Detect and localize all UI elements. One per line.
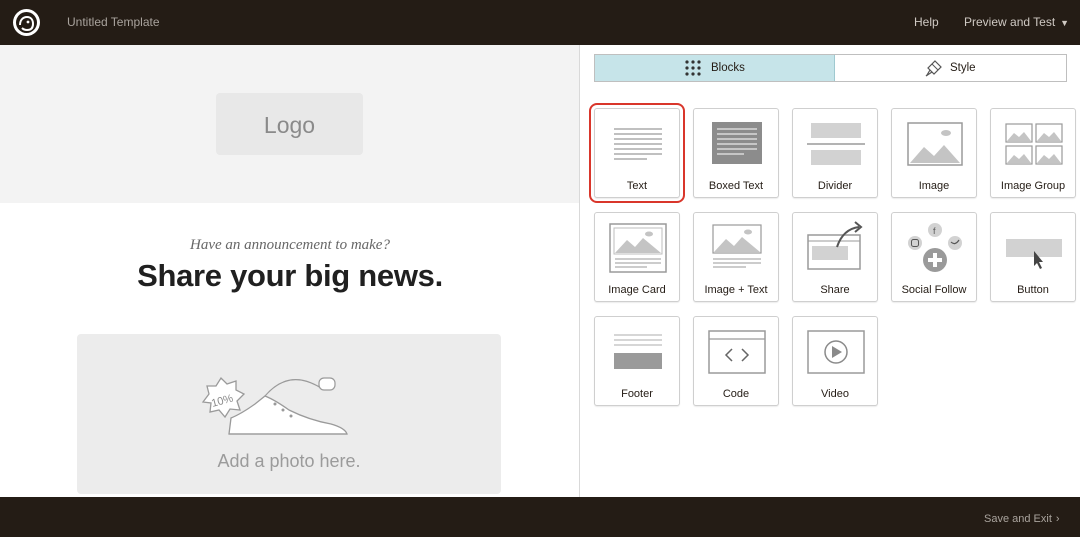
panel-tabs: Blocks Style: [594, 54, 1067, 82]
boxed-text-block-icon: [712, 122, 762, 164]
block-divider-label: Divider: [817, 180, 853, 192]
image-block-icon: [907, 122, 963, 166]
block-boxed-text-label: Boxed Text: [708, 180, 764, 192]
email-header-section[interactable]: Logo: [0, 45, 579, 203]
divider-block-icon: [807, 123, 865, 165]
tab-style-label: Style: [950, 62, 976, 74]
block-text-label: Text: [626, 180, 648, 192]
block-image-card-label: Image Card: [608, 284, 666, 296]
block-social-follow[interactable]: f Social Follow: [891, 212, 977, 302]
top-bar: Untitled Template Help Preview and Test ▼: [0, 0, 1080, 45]
block-divider[interactable]: Divider: [792, 108, 878, 198]
paint-brush-icon: [925, 60, 942, 77]
image-group-block-icon: [1005, 123, 1063, 165]
image-text-block-icon: [712, 224, 762, 268]
block-share[interactable]: Share: [792, 212, 878, 302]
footer-block-icon: [614, 334, 662, 369]
image-card-block-icon: [609, 223, 667, 273]
headline-text[interactable]: Share your big news.: [0, 258, 579, 294]
block-image-label: Image: [918, 180, 950, 192]
help-link[interactable]: Help: [914, 15, 939, 29]
tab-blocks-label: Blocks: [711, 62, 745, 74]
block-video[interactable]: Video: [792, 316, 878, 406]
block-image-text[interactable]: Image + Text: [693, 212, 779, 302]
block-image[interactable]: Image: [891, 108, 977, 198]
block-social-follow-label: Social Follow: [901, 284, 967, 296]
template-title[interactable]: Untitled Template: [67, 15, 160, 29]
block-video-label: Video: [821, 388, 849, 400]
share-block-icon: [807, 221, 863, 270]
block-footer[interactable]: Footer: [594, 316, 680, 406]
code-block-icon: [708, 330, 766, 374]
block-share-label: Share: [820, 284, 850, 296]
photo-placeholder-text: Add a photo here.: [217, 451, 361, 471]
block-code-label: Code: [722, 388, 750, 400]
grid-dots-icon: [685, 60, 701, 76]
shoe-illustration-icon: 10%: [201, 376, 348, 435]
block-button-label: Button: [1017, 284, 1049, 296]
block-text[interactable]: Text: [589, 103, 685, 203]
text-block-icon: [614, 128, 662, 160]
preview-and-test-label: Preview and Test: [964, 15, 1056, 29]
preview-and-test-menu[interactable]: Preview and Test ▼: [964, 15, 1069, 29]
save-and-exit-button[interactable]: Save and Exit ›: [984, 513, 1060, 525]
logo-placeholder-text: Logo: [263, 112, 316, 138]
block-code[interactable]: Code: [693, 316, 779, 406]
block-image-group-label: Image Group: [1000, 180, 1066, 192]
tab-style[interactable]: Style: [835, 55, 1066, 81]
button-block-icon: [1006, 239, 1062, 269]
announcement-text[interactable]: Have an announcement to make?: [0, 237, 579, 254]
save-and-exit-label: Save and Exit: [984, 513, 1052, 525]
email-canvas: Logo Have an announcement to make? Share…: [0, 45, 580, 497]
social-follow-block-icon: f: [908, 223, 962, 272]
block-footer-label: Footer: [621, 388, 653, 400]
chevron-right-icon: ›: [1055, 513, 1060, 525]
tab-blocks[interactable]: Blocks: [595, 55, 835, 81]
block-boxed-text[interactable]: Boxed Text: [693, 108, 779, 198]
content-panel: Blocks Style Text Boxed Text Divider Ima…: [581, 45, 1080, 497]
block-button[interactable]: Button: [990, 212, 1076, 302]
block-image-group[interactable]: Image Group: [990, 108, 1076, 198]
block-image-text-label: Image + Text: [704, 284, 768, 296]
freddie-logo-icon[interactable]: [12, 8, 41, 37]
logo-placeholder[interactable]: Logo: [216, 93, 363, 155]
bottom-bar: Save and Exit ›: [0, 497, 1080, 537]
block-image-card[interactable]: Image Card: [594, 212, 680, 302]
video-block-icon: [807, 330, 865, 374]
chevron-down-icon: ▼: [1060, 18, 1070, 28]
photo-placeholder[interactable]: 10% Add a photo here.: [77, 334, 501, 494]
